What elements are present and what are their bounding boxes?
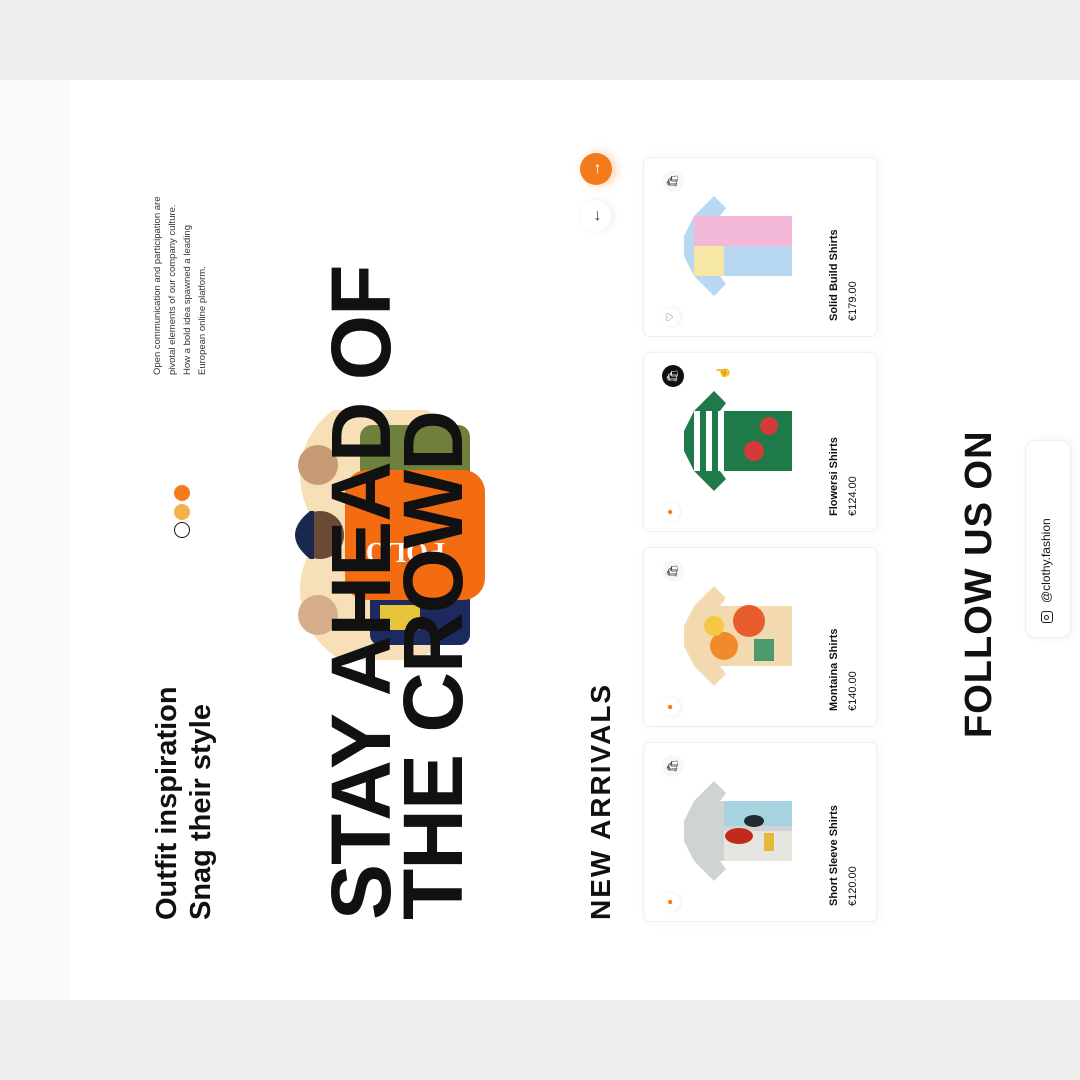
slider-dots	[174, 485, 195, 538]
shirt-image	[684, 196, 792, 296]
favorite-dot-icon[interactable]: ●	[662, 698, 680, 716]
product-card[interactable]: ● 🛍 ☝ Flowersi Shirts €124.00	[643, 352, 877, 532]
product-name[interactable]: Flowersi Shirts	[828, 437, 840, 516]
product-card[interactable]: ● 🛍 Short Sleeve Shirts €120.00	[643, 742, 877, 922]
cursor-hand-icon: ☝	[716, 365, 730, 380]
cart-icon[interactable]: 🛍	[662, 170, 684, 192]
product-list: ● 🛍 Short Sleeve Shirts €120.00 ● 🛍 Mont…	[643, 152, 878, 922]
about-text: Open communication and participation are…	[152, 196, 208, 376]
product-card[interactable]: ♡ 🛍 Solid Build Shirts €179.00	[643, 157, 877, 337]
slider-dot-2[interactable]	[174, 503, 190, 520]
product-name[interactable]: Solid Build Shirts	[828, 229, 840, 321]
favorite-dot-icon[interactable]: ●	[662, 893, 680, 911]
cart-icon[interactable]: 🛍	[662, 755, 684, 777]
heart-icon[interactable]: ♡	[662, 308, 680, 326]
shirt-image	[684, 586, 792, 686]
tagline-line-1: Outfit inspiration	[151, 686, 183, 920]
favorite-dot-icon[interactable]: ●	[662, 503, 680, 521]
slider-dot-3[interactable]	[174, 485, 190, 502]
tagline-line-2: Snag their style	[185, 704, 217, 920]
instagram-icon	[1041, 611, 1053, 623]
slider-dot-1[interactable]	[174, 522, 190, 538]
hero-tagline: Outfit inspiration Snag their style	[150, 686, 218, 920]
product-name[interactable]: Montaina Shirts	[828, 628, 840, 711]
main-panel: Outfit inspiration Snag their style Open…	[70, 80, 1080, 1000]
product-price: €124.00	[847, 476, 859, 516]
carousel-next-button[interactable]: →	[580, 153, 612, 185]
product-price: €179.00	[847, 281, 859, 321]
cart-icon[interactable]: 🛍	[662, 365, 684, 387]
instagram-link[interactable]: @clothy.fashion	[1025, 440, 1071, 638]
new-arrivals-title: NEW ARRIVALS	[585, 682, 616, 920]
shirt-image	[684, 391, 792, 491]
hero-title: STAY AHEAD OF THE CROWD	[314, 266, 480, 920]
carousel-prev-button[interactable]: ←	[580, 200, 612, 232]
arrow-down-icon: ←	[587, 208, 604, 224]
product-price: €140.00	[847, 671, 859, 711]
instagram-handle[interactable]: @clothy.fashion	[1039, 518, 1053, 603]
product-card[interactable]: ● 🛍 Montaina Shirts €140.00	[643, 547, 877, 727]
rotated-layout: Outfit inspiration Snag their style Open…	[70, 80, 1080, 1000]
shirt-image	[684, 781, 792, 881]
product-name[interactable]: Short Sleeve Shirts	[828, 805, 840, 906]
follow-us-title: FOLLOW US ON	[958, 430, 1000, 738]
cart-icon[interactable]: 🛍	[662, 560, 684, 582]
page-background: Outfit inspiration Snag their style Open…	[0, 80, 1080, 1000]
arrow-up-icon: →	[587, 161, 604, 177]
product-price: €120.00	[847, 866, 859, 906]
